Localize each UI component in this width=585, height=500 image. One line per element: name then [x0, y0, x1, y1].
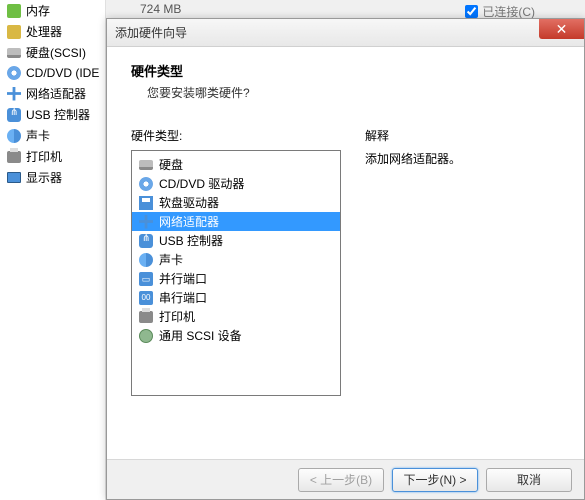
list-item[interactable]: 00 串行端口 [132, 288, 340, 307]
sidebar-item-label: USB 控制器 [26, 106, 90, 123]
sidebar-item-label: 网络适配器 [26, 85, 86, 102]
list-item[interactable]: 打印机 [132, 307, 340, 326]
list-item-label: USB 控制器 [159, 232, 223, 249]
list-item[interactable]: ▭ 并行端口 [132, 269, 340, 288]
list-item-label: 网络适配器 [159, 213, 219, 230]
sidebar-item-label: 打印机 [26, 148, 62, 165]
serial-icon: 00 [138, 290, 154, 306]
usb-icon [138, 233, 154, 249]
list-item[interactable]: 网络适配器 [132, 212, 340, 231]
list-item-label: 软盘驱动器 [159, 194, 219, 211]
list-item[interactable]: 声卡 [132, 250, 340, 269]
list-item-label: CD/DVD 驱动器 [159, 175, 244, 192]
sidebar-item[interactable]: 打印机 [2, 146, 103, 167]
cd-icon [138, 176, 154, 192]
sidebar-item-label: 内存 [26, 2, 50, 19]
sidebar-item[interactable]: 显示器 [2, 167, 103, 188]
sidebar-item[interactable]: 网络适配器 [2, 83, 103, 104]
sidebar-item-label: 显示器 [26, 169, 62, 186]
list-item-label: 通用 SCSI 设备 [159, 327, 242, 344]
scsi-icon [138, 328, 154, 344]
list-item-label: 硬盘 [159, 156, 183, 173]
section-subheading: 您要安装哪类硬件? [147, 84, 560, 101]
explanation-label: 解释 [365, 127, 560, 144]
list-item-label: 打印机 [159, 308, 195, 325]
bg-sidebar: 内存处理器硬盘(SCSI) CD/DVD (IDE 网络适配器 USB 控制器声卡打印… [0, 0, 106, 500]
list-item[interactable]: 硬盘 [132, 155, 340, 174]
close-icon: ✕ [556, 21, 568, 38]
net-icon [6, 86, 22, 102]
next-button[interactable]: 下一步(N) > [392, 468, 478, 492]
dialog-titlebar[interactable]: 添加硬件向导 ✕ [107, 19, 584, 47]
list-item[interactable]: 软盘驱动器 [132, 193, 340, 212]
hdd-icon [6, 45, 22, 61]
dialog-body: 硬件类型 您要安装哪类硬件? 硬件类型: 硬盘 CD/DVD 驱动器软盘驱动器网络… [107, 47, 584, 459]
monitor-icon [6, 170, 22, 186]
sidebar-item-label: 声卡 [26, 127, 50, 144]
floppy-icon [138, 195, 154, 211]
sidebar-item[interactable]: CD/DVD (IDE [2, 63, 103, 83]
sidebar-item[interactable]: 声卡 [2, 125, 103, 146]
sidebar-item-label: 处理器 [26, 23, 62, 40]
bg-memory-value: 724 MB [140, 2, 181, 16]
sidebar-item[interactable]: 硬盘(SCSI) [2, 42, 103, 63]
snd-icon [6, 128, 22, 144]
dialog-footer: < 上一步(B) 下一步(N) > 取消 [107, 459, 584, 499]
dialog-title: 添加硬件向导 [115, 24, 187, 41]
list-item[interactable]: USB 控制器 [132, 231, 340, 250]
chip-icon [6, 3, 22, 19]
hdd-icon [138, 157, 154, 173]
sidebar-item[interactable]: 内存 [2, 0, 103, 21]
sidebar-item[interactable]: 处理器 [2, 21, 103, 42]
sidebar-item[interactable]: USB 控制器 [2, 104, 103, 125]
add-hardware-wizard-dialog: 添加硬件向导 ✕ 硬件类型 您要安装哪类硬件? 硬件类型: 硬盘 CD/DVD 驱… [106, 18, 585, 500]
close-button[interactable]: ✕ [539, 19, 584, 39]
list-item[interactable]: CD/DVD 驱动器 [132, 174, 340, 193]
list-item-label: 声卡 [159, 251, 183, 268]
section-heading: 硬件类型 [131, 61, 560, 80]
cd-icon [6, 65, 22, 81]
explanation-text: 添加网络适配器。 [365, 150, 560, 167]
list-item-label: 串行端口 [159, 289, 207, 306]
cpu-icon [6, 24, 22, 40]
hardware-type-listbox[interactable]: 硬盘 CD/DVD 驱动器软盘驱动器网络适配器 USB 控制器声卡 ▭ 并行端口 00 串行… [131, 150, 341, 396]
cancel-button[interactable]: 取消 [486, 468, 572, 492]
sidebar-item-label: 硬盘(SCSI) [26, 44, 86, 61]
list-item[interactable]: 通用 SCSI 设备 [132, 326, 340, 345]
usb-icon [6, 107, 22, 123]
back-button: < 上一步(B) [298, 468, 384, 492]
port-icon: ▭ [138, 271, 154, 287]
hardware-type-label: 硬件类型: [131, 127, 341, 144]
sidebar-item-label: CD/DVD (IDE [26, 66, 99, 80]
printer-icon [138, 309, 154, 325]
net-icon [138, 214, 154, 230]
snd-icon [138, 252, 154, 268]
connected-checkbox-input[interactable] [465, 5, 478, 18]
printer-icon [6, 149, 22, 165]
list-item-label: 并行端口 [159, 270, 207, 287]
